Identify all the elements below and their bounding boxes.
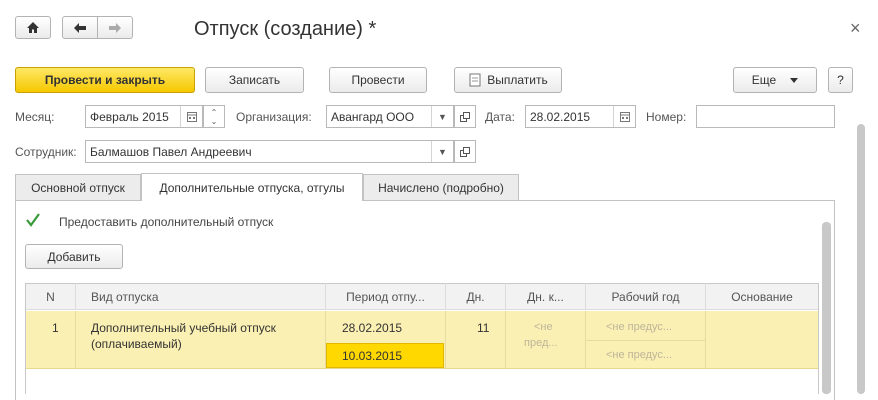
employee-open-button[interactable] xyxy=(454,140,476,163)
add-button[interactable]: Добавить xyxy=(25,244,123,269)
org-label: Организация: xyxy=(236,110,312,124)
pay-label: Выплатить xyxy=(487,73,548,87)
help-button[interactable]: ? xyxy=(828,67,853,93)
work-year-2[interactable]: <не предус... xyxy=(606,349,672,361)
arrow-right-icon xyxy=(109,22,121,33)
post-button[interactable]: Провести xyxy=(329,67,427,93)
employee-value: Балмашов Павел Андреевич xyxy=(90,144,252,159)
more-label: Еще xyxy=(751,73,777,87)
period-from[interactable]: 28.02.2015 xyxy=(342,321,402,335)
calendar-icon[interactable] xyxy=(180,106,202,127)
open-form-icon xyxy=(460,111,470,122)
checkbox-additional-vacation[interactable] xyxy=(25,212,41,228)
row-number: 1 xyxy=(52,321,59,335)
period-to: 10.03.2015 xyxy=(342,349,403,363)
date-label: Дата: xyxy=(485,110,515,124)
document-icon xyxy=(469,73,481,87)
tab-main-vacation[interactable]: Основной отпуск xyxy=(15,174,141,200)
calendar-icon[interactable] xyxy=(613,106,635,127)
dropdown-icon[interactable]: ▼ xyxy=(431,106,453,127)
home-button[interactable] xyxy=(15,16,51,39)
col-work-year[interactable]: Рабочий год xyxy=(586,283,706,310)
panel-scrollbar[interactable] xyxy=(822,222,831,394)
vacation-type-line1: Дополнительный учебный отпуск xyxy=(91,321,276,335)
employee-label: Сотрудник: xyxy=(15,145,77,159)
back-button[interactable] xyxy=(62,16,98,39)
org-open-button[interactable] xyxy=(454,105,476,128)
vacation-type-line2: (оплачиваемый) xyxy=(91,337,182,351)
col-days-k[interactable]: Дн. к... xyxy=(506,283,586,310)
forward-button[interactable] xyxy=(97,16,133,39)
tab-additional-vacations[interactable]: Дополнительные отпуска, отгулы xyxy=(141,173,363,201)
col-vacation-type[interactable]: Вид отпуска xyxy=(76,283,326,310)
window-scrollbar[interactable] xyxy=(857,124,865,394)
home-icon xyxy=(27,22,39,33)
tab-accrued-detailed[interactable]: Начислено (подробно) xyxy=(363,174,519,200)
org-value: Авангард ООО xyxy=(331,109,415,124)
dropdown-icon[interactable]: ▼ xyxy=(431,141,453,162)
month-stepper[interactable]: ⌃ ⌄ xyxy=(203,105,225,128)
pay-button[interactable]: Выплатить xyxy=(454,67,562,93)
more-button[interactable]: Еще xyxy=(733,67,817,93)
org-field[interactable]: Авангард ООО ▼ xyxy=(326,105,454,128)
number-field[interactable] xyxy=(696,105,835,128)
chevron-down-icon xyxy=(790,77,799,83)
checkmark-icon xyxy=(26,213,40,227)
employee-field[interactable]: Балмашов Павел Андреевич ▼ xyxy=(85,140,454,163)
col-days[interactable]: Дн. xyxy=(446,283,506,310)
arrow-left-icon xyxy=(74,22,86,33)
col-period[interactable]: Период отпу... xyxy=(326,283,446,310)
post-and-close-button[interactable]: Провести и закрыть xyxy=(15,67,195,93)
days-value: 11 xyxy=(477,321,490,335)
checkbox-label: Предоставить дополнительный отпуск xyxy=(59,215,274,229)
open-form-icon xyxy=(460,146,470,157)
month-label: Месяц: xyxy=(15,110,55,124)
month-value: Февраль 2015 xyxy=(90,109,169,124)
stepper-down-icon[interactable]: ⌄ xyxy=(211,117,218,126)
close-icon[interactable]: × xyxy=(850,18,861,39)
date-field[interactable]: 28.02.2015 xyxy=(525,105,636,128)
work-year-1[interactable]: <не предус... xyxy=(606,321,672,333)
save-button[interactable]: Записать xyxy=(205,67,304,93)
days-k-line2: пред... xyxy=(524,337,558,349)
col-n[interactable]: N xyxy=(26,283,76,310)
number-label: Номер: xyxy=(646,110,687,124)
date-value: 28.02.2015 xyxy=(530,109,591,124)
month-field[interactable]: Февраль 2015 xyxy=(85,105,203,128)
window-title: Отпуск (создание) * xyxy=(194,18,377,40)
days-k-line1: <не xyxy=(534,321,553,333)
stepper-up-icon[interactable]: ⌃ xyxy=(211,108,218,117)
col-basis[interactable]: Основание xyxy=(706,283,818,310)
